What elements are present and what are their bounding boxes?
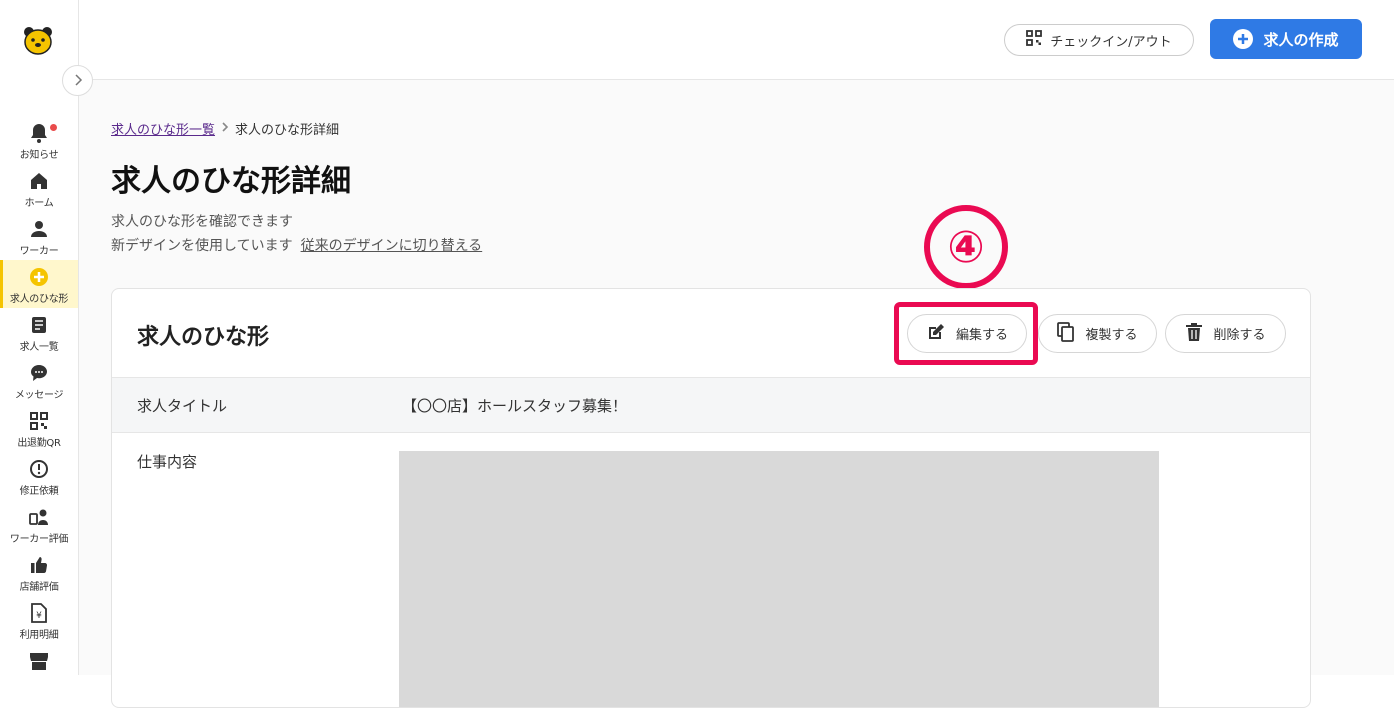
- checkin-checkout-button[interactable]: チェックイン/アウト: [1004, 24, 1194, 56]
- chevron-right-icon: [221, 121, 229, 136]
- trash-icon: [1185, 322, 1203, 346]
- svg-text:¥: ¥: [36, 611, 42, 621]
- top-header: チェックイン/アウト 求人の作成: [79, 0, 1394, 80]
- bell-icon: [28, 122, 50, 144]
- sidebar-item-label: ワーカー: [20, 242, 59, 257]
- duplicate-label: 複製する: [1085, 324, 1137, 343]
- worker-rating-icon: [28, 506, 50, 528]
- detail-row-title: 求人タイトル 【〇〇店】ホールスタッフ募集！: [112, 378, 1310, 433]
- sidebar-item-home[interactable]: ホーム: [0, 164, 78, 212]
- main-content: 求人のひな形一覧 求人のひな形詳細 求人のひな形詳細 求人のひな形を確認できます…: [79, 80, 1394, 675]
- plus-circle-icon: [28, 266, 50, 288]
- page-description: 求人のひな形を確認できます 新デザインを使用しています従来のデザインに切り替える: [111, 210, 482, 258]
- sidebar-item-templates[interactable]: 求人のひな形: [0, 260, 78, 308]
- step-annotation-badge: ④: [924, 205, 1008, 289]
- duplicate-button[interactable]: 複製する: [1038, 314, 1157, 353]
- edit-button-highlight: [894, 302, 1038, 365]
- create-job-label: 求人の作成: [1263, 29, 1338, 50]
- alert-icon: [28, 458, 50, 480]
- description-line: 求人のひな形を確認できます: [111, 210, 482, 234]
- row-value: 【〇〇店】ホールスタッフ募集！: [402, 395, 627, 416]
- plus-circle-icon: [1233, 29, 1253, 49]
- design-status-text: 新デザインを使用しています: [111, 238, 293, 254]
- sidebar-item-worker[interactable]: ワーカー: [0, 212, 78, 260]
- checkin-checkout-label: チェックイン/アウト: [1050, 31, 1171, 50]
- qr-icon: [1026, 30, 1042, 50]
- sidebar-item-label: ホーム: [25, 194, 54, 209]
- sidebar-item-label: 求人のひな形: [10, 290, 68, 305]
- sidebar-item-attendance-qr[interactable]: 出退勤QR: [0, 404, 78, 452]
- card-header: 求人のひな形 編集する 複製する 削除する: [112, 289, 1310, 378]
- row-label: 求人タイトル: [137, 395, 227, 416]
- detail-row-description: 仕事内容: [112, 433, 1310, 708]
- create-job-button[interactable]: 求人の作成: [1210, 19, 1362, 59]
- delete-button[interactable]: 削除する: [1165, 314, 1286, 353]
- sidebar-item-store[interactable]: [0, 644, 78, 692]
- image-placeholder: [399, 451, 1159, 708]
- store-icon: [28, 650, 50, 672]
- list-icon: [28, 314, 50, 336]
- invoice-icon: ¥: [28, 602, 50, 624]
- chat-icon: [28, 362, 50, 384]
- sidebar-item-label: 修正依頼: [20, 482, 59, 497]
- notification-dot: [50, 124, 57, 131]
- sidebar-item-label: ワーカー評価: [10, 530, 68, 545]
- card-title: 求人のひな形: [137, 319, 269, 351]
- home-icon: [28, 170, 50, 192]
- sidebar-item-label: メッセージ: [15, 386, 63, 401]
- sidebar-item-label: 店舗評価: [20, 578, 59, 593]
- logo-icon[interactable]: [22, 24, 54, 56]
- sidebar-item-job-list[interactable]: 求人一覧: [0, 308, 78, 356]
- delete-label: 削除する: [1213, 324, 1265, 343]
- row-label: 仕事内容: [137, 451, 197, 472]
- template-card: 求人のひな形 編集する 複製する 削除する: [111, 288, 1311, 708]
- sidebar-nav: お知らせ ホーム ワーカー 求人のひな形 求人一覧: [0, 116, 78, 692]
- qr-icon: [28, 410, 50, 432]
- breadcrumb-link-templates[interactable]: 求人のひな形一覧: [111, 119, 215, 138]
- person-icon: [28, 218, 50, 240]
- sidebar-item-notifications[interactable]: お知らせ: [0, 116, 78, 164]
- sidebar-item-correction[interactable]: 修正依頼: [0, 452, 78, 500]
- chevron-right-icon: [73, 71, 83, 90]
- sidebar-toggle-button[interactable]: [62, 65, 93, 96]
- breadcrumb: 求人のひな形一覧 求人のひな形詳細: [111, 119, 339, 138]
- sidebar-item-label: お知らせ: [20, 146, 59, 161]
- copy-icon: [1057, 322, 1075, 346]
- sidebar-item-worker-rating[interactable]: ワーカー評価: [0, 500, 78, 548]
- description-line-2: 新デザインを使用しています従来のデザインに切り替える: [111, 234, 482, 258]
- sidebar: お知らせ ホーム ワーカー 求人のひな形 求人一覧: [0, 0, 79, 675]
- sidebar-item-label: 利用明細: [20, 626, 59, 641]
- page-title: 求人のひな形詳細: [111, 156, 351, 200]
- sidebar-item-statement[interactable]: ¥ 利用明細: [0, 596, 78, 644]
- breadcrumb-current: 求人のひな形詳細: [235, 119, 339, 138]
- thumbs-up-icon: [28, 554, 50, 576]
- sidebar-item-label: 求人一覧: [20, 338, 59, 353]
- switch-design-link[interactable]: 従来のデザインに切り替える: [301, 238, 483, 254]
- sidebar-item-messages[interactable]: メッセージ: [0, 356, 78, 404]
- sidebar-item-label: 出退勤QR: [17, 434, 60, 449]
- sidebar-item-store-rating[interactable]: 店舗評価: [0, 548, 78, 596]
